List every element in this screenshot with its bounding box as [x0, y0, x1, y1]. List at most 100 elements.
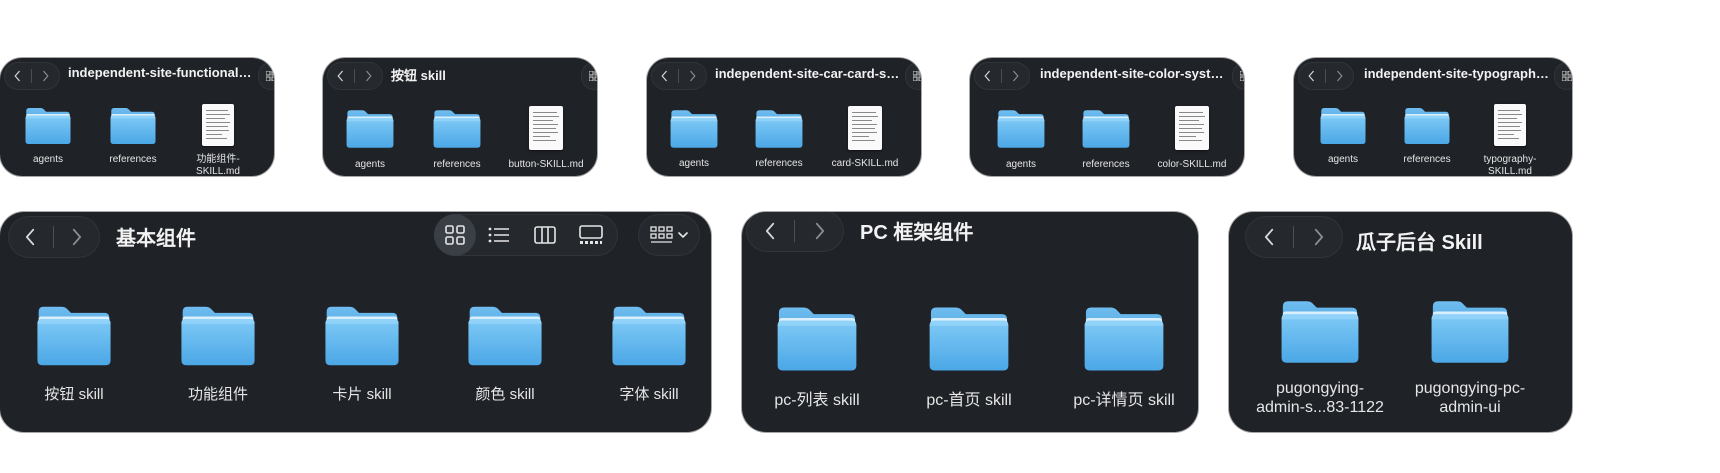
grid-icon — [913, 71, 921, 81]
file-item[interactable]: 功能组件-SKILL.md — [190, 104, 246, 176]
nav-buttons — [746, 212, 844, 252]
folder-icon — [996, 108, 1046, 150]
item-label: button-SKILL.md — [508, 159, 584, 170]
folder-icon — [775, 304, 859, 374]
folder-item[interactable]: 按钮 skill — [24, 304, 124, 404]
nav-buttons — [8, 216, 100, 258]
item-label: card-SKILL.md — [831, 158, 899, 169]
finder-window: independent-site-color-system... agents … — [970, 58, 1244, 176]
forward-button[interactable] — [1002, 62, 1029, 90]
finder-window: independent-site-functional-co... agents… — [0, 58, 274, 176]
item-label: agents — [678, 158, 710, 169]
forward-button[interactable] — [355, 62, 382, 90]
item-label: pc-详情页 skill — [1073, 392, 1175, 409]
folder-item[interactable]: references — [1072, 108, 1140, 171]
forward-button[interactable] — [32, 62, 59, 90]
document-icon — [848, 106, 882, 150]
file-item[interactable]: card-SKILL.md — [827, 106, 903, 170]
view-grid-button[interactable] — [581, 62, 597, 90]
list-view-button[interactable] — [476, 214, 522, 256]
forward-button[interactable] — [1326, 62, 1353, 90]
back-button[interactable] — [327, 62, 354, 90]
folder-icon — [24, 106, 72, 146]
column-view-button[interactable] — [522, 214, 568, 256]
folder-item[interactable]: pc-详情页 skill — [1064, 304, 1184, 411]
folder-item[interactable]: pc-首页 skill — [914, 304, 1024, 411]
file-item[interactable]: color-SKILL.md — [1154, 106, 1230, 171]
list-icon — [488, 227, 509, 243]
group-menu[interactable] — [638, 214, 700, 256]
view-grid-button[interactable] — [905, 62, 921, 90]
grid-icon — [1240, 71, 1244, 81]
item-label: agents — [1005, 159, 1037, 170]
finder-window: 瓜子后台 Skill pugongying-admin-s...83-1122 … — [1229, 212, 1572, 432]
folder-item[interactable]: references — [1394, 106, 1460, 166]
gallery-view-button[interactable] — [568, 214, 614, 256]
back-button[interactable] — [4, 62, 31, 90]
back-button[interactable] — [1245, 216, 1293, 258]
forward-button[interactable] — [54, 216, 99, 258]
chevron-right-icon — [365, 70, 372, 82]
view-grid-button[interactable] — [1554, 62, 1572, 90]
item-label: pc-首页 skill — [926, 392, 1012, 409]
finder-window: independent-site-car-card-spec agents re… — [647, 58, 921, 176]
icon-view-button[interactable] — [434, 214, 476, 256]
document-icon — [529, 106, 563, 150]
folder-icon — [1082, 304, 1166, 374]
folder-item[interactable]: agents — [988, 108, 1054, 171]
folder-item[interactable]: 字体 skill — [599, 304, 699, 404]
nav-buttons — [4, 62, 60, 90]
item-label: references — [433, 159, 481, 170]
group-icon — [650, 226, 673, 243]
item-label: pugongying-pc-admin-ui — [1414, 380, 1526, 416]
back-button[interactable] — [1298, 62, 1325, 90]
item-label: 功能组件 — [187, 386, 248, 403]
folder-icon — [1081, 108, 1131, 150]
forward-button[interactable] — [1294, 216, 1342, 258]
chevron-right-icon — [71, 227, 82, 247]
window-title: independent-site-car-card-spec — [715, 66, 901, 81]
chevron-right-icon — [1012, 70, 1019, 82]
forward-button[interactable] — [679, 62, 706, 90]
folder-item[interactable]: 颜色 skill — [455, 304, 555, 404]
folder-item[interactable]: agents — [16, 106, 80, 166]
chevron-left-icon — [984, 70, 991, 82]
folder-item[interactable]: agents — [337, 108, 403, 171]
folder-item[interactable]: references — [423, 108, 491, 171]
back-button[interactable] — [974, 62, 1001, 90]
back-button[interactable] — [8, 216, 53, 258]
item-label: references — [1082, 159, 1130, 170]
folder-item[interactable]: pc-列表 skill — [762, 304, 872, 411]
grid-icon — [266, 71, 274, 81]
view-grid-button[interactable] — [1232, 62, 1244, 90]
view-grid-button[interactable] — [258, 62, 274, 90]
folder-icon — [466, 304, 544, 368]
folder-item[interactable]: agents — [661, 108, 727, 170]
folder-icon — [1319, 106, 1367, 146]
back-button[interactable] — [746, 212, 794, 252]
document-icon — [202, 104, 234, 146]
folder-icon — [610, 304, 688, 368]
file-item[interactable]: button-SKILL.md — [503, 106, 589, 171]
folder-item[interactable]: pugongying-admin-s...83-1122 — [1247, 298, 1393, 418]
folder-icon — [345, 108, 395, 150]
folder-item[interactable]: agents — [1310, 106, 1376, 166]
finder-window: 按钮 skill agents references button-SKILL.… — [323, 58, 597, 176]
chevron-left-icon — [1308, 70, 1315, 82]
forward-button[interactable] — [795, 212, 843, 252]
folder-item[interactable]: pugongying-pc-admin-ui — [1397, 298, 1543, 418]
folder-item[interactable]: references — [100, 106, 166, 166]
folder-item[interactable]: 卡片 skill — [312, 304, 412, 404]
folder-icon — [927, 304, 1011, 374]
chevron-left-icon — [765, 221, 776, 241]
folder-icon — [35, 304, 113, 368]
view-switcher — [434, 214, 618, 256]
nav-buttons — [1245, 216, 1343, 258]
folder-item[interactable]: references — [745, 108, 813, 170]
file-item[interactable]: typography-SKILL.md — [1478, 104, 1542, 176]
item-label: agents — [1327, 154, 1359, 165]
folder-item[interactable]: 功能组件 — [168, 304, 268, 404]
document-icon — [1175, 106, 1209, 150]
chevron-left-icon — [14, 70, 21, 82]
back-button[interactable] — [651, 62, 678, 90]
